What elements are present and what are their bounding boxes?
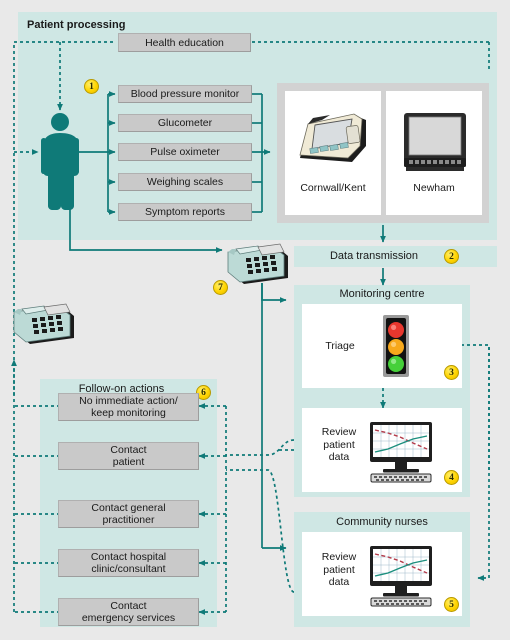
action-box-contact-emergency-services[interactable]: Contact emergency services bbox=[58, 598, 199, 626]
monitoring-centre-title: Monitoring centre bbox=[339, 288, 425, 300]
badge-7: 7 bbox=[213, 280, 228, 295]
badge-4: 4 bbox=[444, 470, 459, 485]
action-box-contact-general-practitioner[interactable]: Contact general practitioner bbox=[58, 500, 199, 528]
telephone-icon-monitoring bbox=[227, 243, 288, 284]
equipment-card-cornwall-kent[interactable] bbox=[285, 91, 381, 215]
telephone-icon-patient bbox=[13, 303, 74, 344]
badge-3: 3 bbox=[444, 365, 459, 380]
data-transmission-label: Data transmission bbox=[329, 250, 419, 262]
equipment-label-newham: Newham bbox=[413, 182, 455, 194]
community-review-label: Review patient data bbox=[321, 551, 357, 588]
monitoring-review-label: Review patient data bbox=[321, 426, 357, 463]
device-box-glucometer[interactable]: Glucometer bbox=[118, 114, 252, 132]
triage-label: Triage bbox=[325, 340, 355, 352]
diagram-canvas: Patient processing Health education 1 Bl… bbox=[0, 0, 510, 640]
equipment-label-cornwall-kent: Cornwall/Kent bbox=[300, 182, 366, 194]
device-box-pulse-oximeter[interactable]: Pulse oximeter bbox=[118, 143, 252, 161]
badge-5: 5 bbox=[444, 597, 459, 612]
action-box-contact-hospital-clinic[interactable]: Contact hospital clinic/consultant bbox=[58, 549, 199, 577]
health-education-box[interactable]: Health education bbox=[118, 33, 251, 52]
device-box-symptom-reports[interactable]: Symptom reports bbox=[118, 203, 252, 221]
badge-1: 1 bbox=[84, 79, 99, 94]
action-box-contact-patient[interactable]: Contact patient bbox=[58, 442, 199, 470]
device-box-blood-pressure-monitor[interactable]: Blood pressure monitor bbox=[118, 85, 252, 103]
action-box-no-immediate-action[interactable]: No immediate action/ keep monitoring bbox=[58, 393, 199, 421]
device-box-weighing-scales[interactable]: Weighing scales bbox=[118, 173, 252, 191]
community-nurses-title: Community nurses bbox=[336, 516, 428, 528]
patient-processing-title: Patient processing bbox=[27, 19, 126, 31]
badge-2: 2 bbox=[444, 249, 459, 264]
equipment-card-newham[interactable] bbox=[386, 91, 482, 215]
